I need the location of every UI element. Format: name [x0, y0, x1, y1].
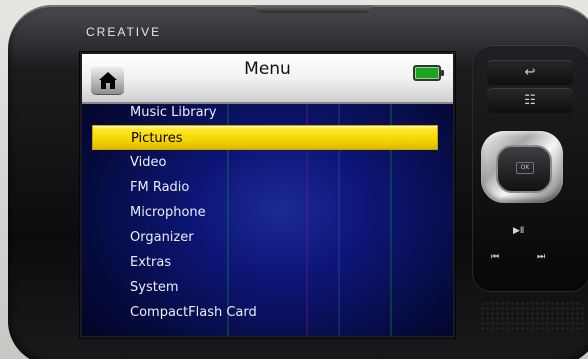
menu-item-microphone[interactable]: Microphone: [92, 200, 442, 225]
ok-button-label: OK: [516, 162, 534, 174]
back-icon: ↩: [524, 65, 536, 80]
page-title: Menu: [244, 59, 291, 79]
battery-icon: [413, 65, 444, 81]
menu-item-pictures[interactable]: Pictures: [92, 125, 438, 150]
options-icon: ☷: [524, 93, 536, 108]
menu-item-organizer[interactable]: Organizer: [92, 225, 442, 250]
navigation-pad[interactable]: OK: [481, 131, 563, 203]
menu-screen: Menu Music Library Pictures Video FM Rad…: [80, 52, 455, 338]
menu-item-fm-radio[interactable]: FM Radio: [92, 175, 442, 200]
menu-item-extras[interactable]: Extras: [92, 250, 442, 275]
brand-logo: CREATIVE: [86, 25, 162, 39]
play-pause-icon: ▶Ⅱ: [513, 226, 525, 236]
back-button[interactable]: ↩: [487, 60, 573, 85]
menu-item-compactflash-card[interactable]: CompactFlash Card: [92, 300, 442, 325]
menu-item-system[interactable]: System: [92, 275, 442, 300]
device-photo: CREATIVE Menu Music Library Pictures Vid…: [0, 0, 588, 359]
menu-title-bar: Menu: [82, 54, 453, 104]
center-select-button[interactable]: OK: [496, 145, 552, 193]
next-icon: ⏭: [537, 252, 546, 262]
menu-item-video[interactable]: Video: [92, 150, 442, 175]
main-menu-list: Music Library Pictures Video FM Radio Mi…: [92, 100, 442, 325]
hardware-control-panel: ↩ ☷ OK ▶Ⅱ ⏮ ⏭: [473, 45, 588, 291]
play-pause-button[interactable]: ▶Ⅱ: [513, 226, 524, 236]
previous-icon: ⏮: [491, 252, 500, 262]
options-button[interactable]: ☷: [487, 88, 573, 113]
next-button[interactable]: ⏭: [537, 252, 545, 262]
menu-item-music-library[interactable]: Music Library: [92, 100, 442, 125]
speaker-grille: [480, 301, 584, 333]
previous-button[interactable]: ⏮: [491, 252, 499, 262]
top-power-button[interactable]: [254, 5, 372, 13]
